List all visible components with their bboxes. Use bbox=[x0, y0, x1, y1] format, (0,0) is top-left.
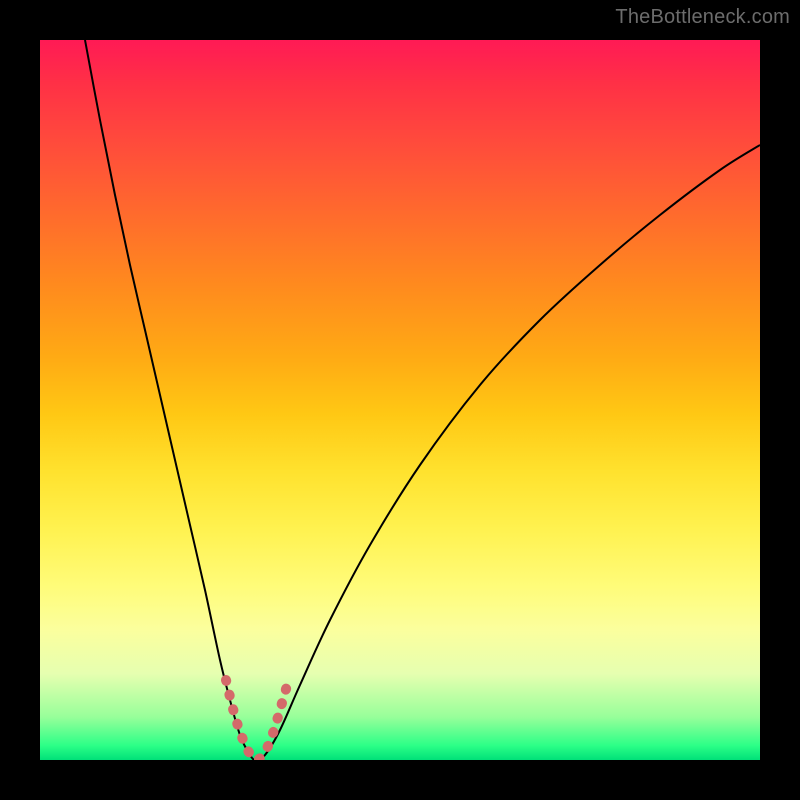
chart-frame: TheBottleneck.com bbox=[0, 0, 800, 800]
curve-layer bbox=[40, 40, 760, 760]
plot-area bbox=[40, 40, 760, 760]
main-curve bbox=[85, 40, 760, 760]
trough-highlight bbox=[226, 680, 288, 760]
watermark-text: TheBottleneck.com bbox=[615, 6, 790, 29]
